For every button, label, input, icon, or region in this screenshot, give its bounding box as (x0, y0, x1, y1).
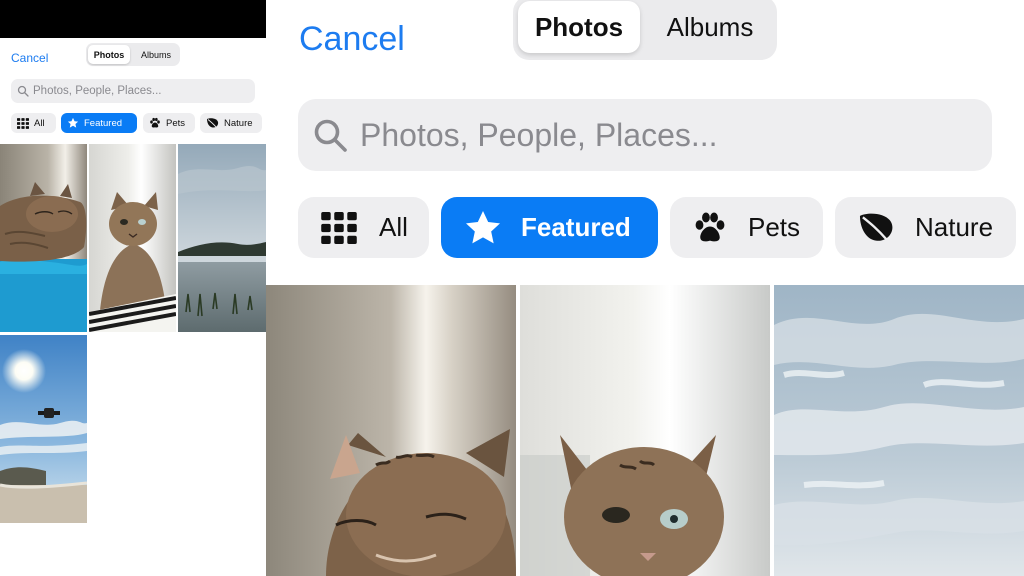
segment-photos[interactable]: Photos (88, 45, 130, 64)
paw-icon (149, 117, 161, 129)
filter-chip-label: All (34, 117, 45, 129)
photo-thumbnail[interactable] (178, 144, 266, 332)
star-icon (67, 117, 79, 129)
leaf-icon (857, 210, 895, 245)
photo-thumbnail[interactable] (0, 144, 87, 332)
filter-chip-nature[interactable]: Nature (835, 197, 1016, 258)
cancel-button[interactable]: Cancel (11, 51, 48, 65)
filter-chip-label: All (379, 212, 408, 242)
photo-thumbnail[interactable] (89, 144, 176, 332)
photo-picker-sheet: Cancel Photos Albums Photos, People, Pla… (0, 38, 266, 576)
photo-thumbnail[interactable] (266, 285, 516, 576)
filter-chip-featured[interactable]: Featured (61, 113, 137, 133)
filter-chip-all[interactable]: All (298, 197, 429, 258)
photo-thumbnail[interactable] (520, 285, 770, 576)
photo-thumbnail[interactable] (0, 335, 87, 523)
segment-albums[interactable]: Albums (648, 1, 772, 53)
segmented-control: Photos Albums (86, 43, 180, 66)
photo-thumbnail[interactable] (774, 285, 1024, 576)
filter-chip-pets[interactable]: Pets (670, 197, 823, 258)
filter-chip-label: Featured (84, 117, 123, 129)
search-field[interactable]: Photos, People, Places... (298, 99, 992, 171)
filter-chips: All Featured Pets Nature (11, 113, 266, 133)
search-icon (312, 117, 348, 153)
cancel-button[interactable]: Cancel (299, 20, 405, 59)
status-area (0, 0, 266, 38)
segment-photos[interactable]: Photos (518, 1, 640, 53)
segmented-control: Photos Albums (513, 0, 777, 60)
filter-chip-label: Pets (166, 117, 186, 129)
search-placeholder: Photos, People, Places... (33, 85, 162, 97)
filter-chip-all[interactable]: All (11, 113, 56, 133)
filter-chip-nature[interactable]: Nature (200, 113, 262, 133)
filter-chip-label: Nature (224, 117, 253, 129)
grid-icon (321, 211, 357, 244)
filter-chip-featured[interactable]: Featured (441, 197, 658, 258)
search-field[interactable]: Photos, People, Places... (11, 79, 255, 103)
leaf-icon (206, 117, 219, 129)
star-icon (463, 208, 503, 248)
filter-chip-label: Pets (748, 212, 801, 242)
search-icon (17, 85, 29, 97)
filter-chip-label: Featured (521, 212, 631, 242)
paw-icon (692, 210, 728, 246)
zoomed-view: Cancel Photos Albums Photos, People, Pla… (266, 0, 1024, 576)
grid-icon (17, 117, 29, 129)
search-placeholder: Photos, People, Places... (360, 116, 718, 153)
filter-chip-label: Nature (915, 212, 994, 242)
segment-albums[interactable]: Albums (134, 45, 178, 64)
filter-chip-pets[interactable]: Pets (143, 113, 195, 133)
